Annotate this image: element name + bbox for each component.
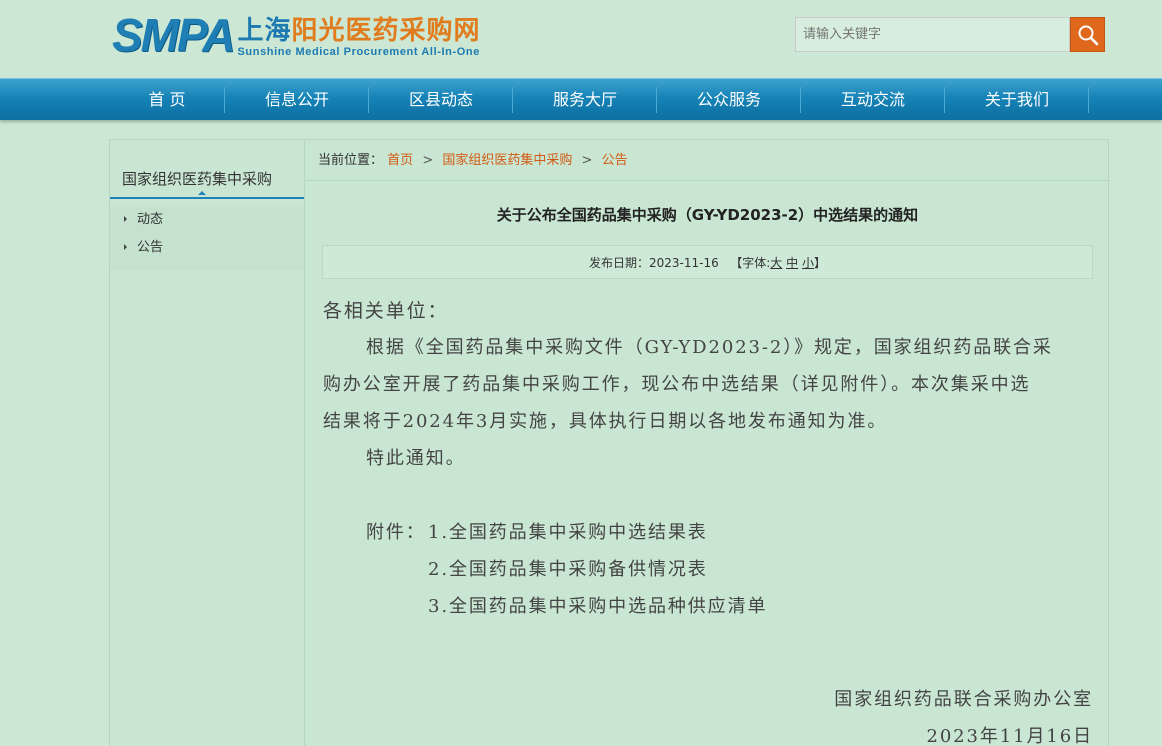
nav-district-news[interactable]: 区县动态 (370, 79, 512, 121)
article-salutation: 各相关单位： (323, 300, 449, 322)
triangle-right-icon (124, 215, 127, 222)
nav-divider (800, 87, 801, 113)
search-button[interactable] (1070, 17, 1105, 52)
content-frame: 国家组织医药集中采购 动态 公告 当前位置： 首页 > 国家组织医药集中采购 >… (109, 139, 1109, 746)
publish-date: 2023-11-16 (649, 256, 719, 270)
breadcrumb: 当前位置： 首页 > 国家组织医药集中采购 > 公告 (306, 140, 1109, 181)
nav-divider (944, 87, 945, 113)
nav-divider (224, 87, 225, 113)
publish-date-label: 发布日期： (589, 256, 650, 270)
breadcrumb-separator: > (422, 153, 434, 168)
nav-service-hall[interactable]: 服务大厅 (514, 79, 656, 121)
attachments-label: 附件： (366, 522, 426, 543)
main-content: 当前位置： 首页 > 国家组织医药集中采购 > 公告 关于公布全国药品集中采购（… (306, 140, 1109, 746)
font-size-large-link[interactable]: 大 (770, 256, 782, 270)
nav-divider (1088, 87, 1089, 113)
search-icon (1078, 25, 1099, 46)
attachment-item[interactable]: 1.全国药品集中采购中选结果表 (428, 518, 708, 544)
article-title: 关于公布全国药品集中采购（GY-YD2023-2）中选结果的通知 (496, 206, 919, 224)
sidebar-item-news[interactable]: 动态 (124, 210, 163, 230)
nav-interaction[interactable]: 互动交流 (802, 79, 944, 121)
article-meta: 发布日期：2023-11-16 【字体:大 中 小】 (322, 245, 1093, 279)
sidebar-list: 动态 公告 (110, 207, 304, 270)
article-signature-date: 2023年11月16日 (926, 726, 1093, 746)
logo-cn-part2: 阳光医药采购网 (291, 16, 481, 46)
article-signature: 国家组织药品联合采购办公室 (834, 689, 1093, 710)
font-size-small-link[interactable]: 小 (802, 256, 814, 270)
nav-home[interactable]: 首 页 (110, 79, 224, 121)
logo-text: 上海阳光医药采购网 Sunshine Medical Procurement A… (238, 16, 481, 58)
article-paragraph-line: 结果将于2024年3月实施，具体执行日期以各地发布通知为准。 (323, 411, 888, 432)
nav-info-public[interactable]: 信息公开 (226, 79, 368, 121)
breadcrumb-category-link[interactable]: 国家组织医药集中采购 (442, 153, 572, 168)
attachment-item[interactable]: 3.全国药品集中采购中选品种供应清单 (428, 592, 767, 618)
site-logo[interactable]: SMPA 上海阳光医药采购网 Sunshine Medical Procurem… (112, 10, 481, 58)
main-nav: 首 页 信息公开 区县动态 服务大厅 公众服务 互动交流 关于我们 (0, 78, 1162, 120)
font-size-medium-link[interactable]: 中 (786, 256, 798, 270)
nav-about-us[interactable]: 关于我们 (946, 79, 1088, 121)
site-header: SMPA 上海阳光医药采购网 Sunshine Medical Procurem… (0, 0, 1162, 78)
font-size-label-close: 】 (813, 256, 826, 270)
search-input[interactable] (795, 17, 1070, 52)
breadcrumb-announcements-link[interactable]: 公告 (602, 153, 628, 168)
logo-en: Sunshine Medical Procurement All-In-One (237, 46, 480, 58)
font-size-label-open: 【字体: (730, 256, 771, 270)
sidebar: 国家组织医药集中采购 动态 公告 (110, 140, 305, 746)
logo-cn: 上海阳光医药采购网 (238, 16, 481, 46)
logo-abbr: SMPA (112, 9, 235, 61)
nav-public-service[interactable]: 公众服务 (658, 79, 800, 121)
article-paragraph-line: 根据《全国药品集中采购文件（GY-YD2023-2）》规定，国家组织药品联合采 (366, 337, 1053, 358)
logo-cn-part1: 上海 (237, 16, 292, 46)
breadcrumb-home-link[interactable]: 首页 (387, 153, 413, 168)
sidebar-title-text: 国家组织医药集中采购 (122, 170, 273, 188)
breadcrumb-separator: > (581, 153, 593, 168)
attachment-item[interactable]: 2.全国药品集中采购备供情况表 (428, 555, 708, 581)
nav-divider (368, 87, 369, 113)
sidebar-item-announcements[interactable]: 公告 (124, 238, 163, 258)
triangle-right-icon (124, 243, 127, 250)
article-closing: 特此通知。 (366, 448, 466, 469)
nav-divider (656, 87, 657, 113)
sidebar-title: 国家组织医药集中采购 (110, 166, 304, 199)
article-paragraph-line: 购办公室开展了药品集中采购工作，现公布中选结果（详见附件）。本次集采中选 (323, 374, 1031, 395)
sidebar-item-label: 公告 (137, 240, 164, 255)
breadcrumb-prefix: 当前位置： (318, 153, 384, 168)
sidebar-item-label: 动态 (137, 212, 164, 227)
search-box (795, 17, 1105, 52)
nav-divider (512, 87, 513, 113)
caret-up-icon (198, 191, 206, 195)
